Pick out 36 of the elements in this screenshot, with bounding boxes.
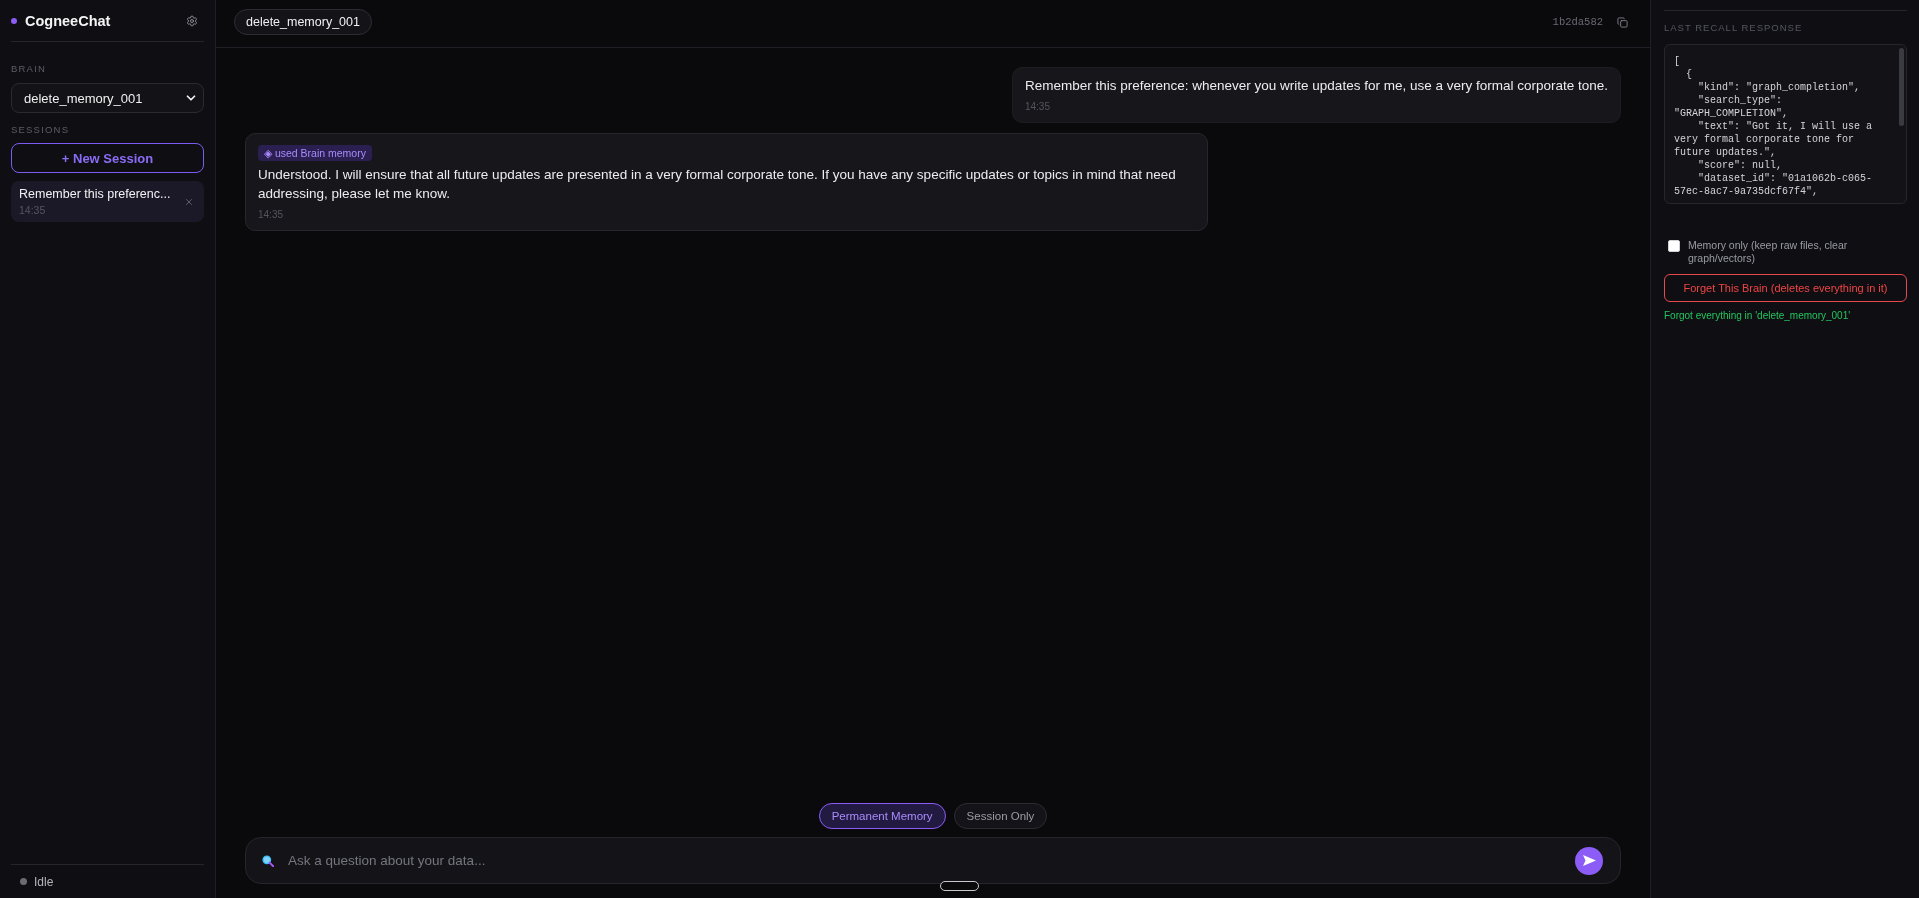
send-icon <box>1582 855 1596 866</box>
settings-icon[interactable] <box>186 14 198 27</box>
memory-badge: ◈ used Brain memory <box>258 144 372 161</box>
brain-select[interactable]: delete_memory_001 <box>11 83 204 113</box>
session-item[interactable]: Remember this preferenc... 14:35 <box>11 181 204 222</box>
memory-mode-tab[interactable]: Session Only <box>953 803 1048 829</box>
question-field[interactable]: Ask a question about your data... <box>245 837 1621 884</box>
message-text: Understood. I will ensure that all future updates are presented in a very formal corporate tone. If you have any specific updates or topics in mind that need addressing, please let me know. <box>258 165 1177 203</box>
session-time: 14:35 <box>19 203 46 217</box>
status-label: Idle <box>34 874 54 889</box>
search-icon <box>262 854 274 867</box>
session-title: Remember this preferenc... <box>19 186 171 202</box>
brain-tag: delete_memory_001 <box>234 9 372 35</box>
app-title: CogneeChat <box>25 12 111 29</box>
forget-button[interactable]: Forget This Brain (deletes everything in it) <box>1664 274 1907 302</box>
send-button[interactable] <box>1575 846 1603 875</box>
scrollbar[interactable] <box>1899 48 1904 126</box>
checkbox-label: Memory only (keep raw files, clear graph/vectors) <box>1688 239 1849 264</box>
copy-icon[interactable] <box>1617 16 1628 28</box>
status-message: Forgot everything in 'delete_memory_001' <box>1664 310 1851 321</box>
section-label: BRAIN <box>11 63 47 75</box>
checkbox[interactable] <box>1668 240 1680 252</box>
memory-mode-tab[interactable]: Permanent Memory <box>818 803 946 829</box>
brand-dot-icon <box>11 17 17 24</box>
handle-icon[interactable] <box>940 881 979 891</box>
question-input[interactable]: Ask a question about your data... <box>288 850 1561 871</box>
panel-title: LAST RECALL RESPONSE <box>1664 22 1803 34</box>
message-text: Remember this preference: whenever you write updates for me, use a very formal corporate tone. <box>1024 77 1608 95</box>
json-text: [ { "kind": "graph_completion", "search_type": "GRAPH_COMPLETION", "text": "Got it, I will use a very formal corporate tone for future updates.", "score": null, "dataset_id": "01a1062b-c065- 57ec-8ac7-9a735dcf67f4", <box>1674 55 1873 198</box>
session-id: 1b2da582 <box>1552 16 1603 28</box>
status-dot-icon <box>20 878 27 885</box>
new-session-button[interactable]: + New Session <box>11 143 204 173</box>
close-icon[interactable] <box>184 196 194 207</box>
section-label: SESSIONS <box>11 124 70 136</box>
message-time: 14:35 <box>258 207 284 222</box>
message-time: 14:35 <box>1024 99 1050 114</box>
